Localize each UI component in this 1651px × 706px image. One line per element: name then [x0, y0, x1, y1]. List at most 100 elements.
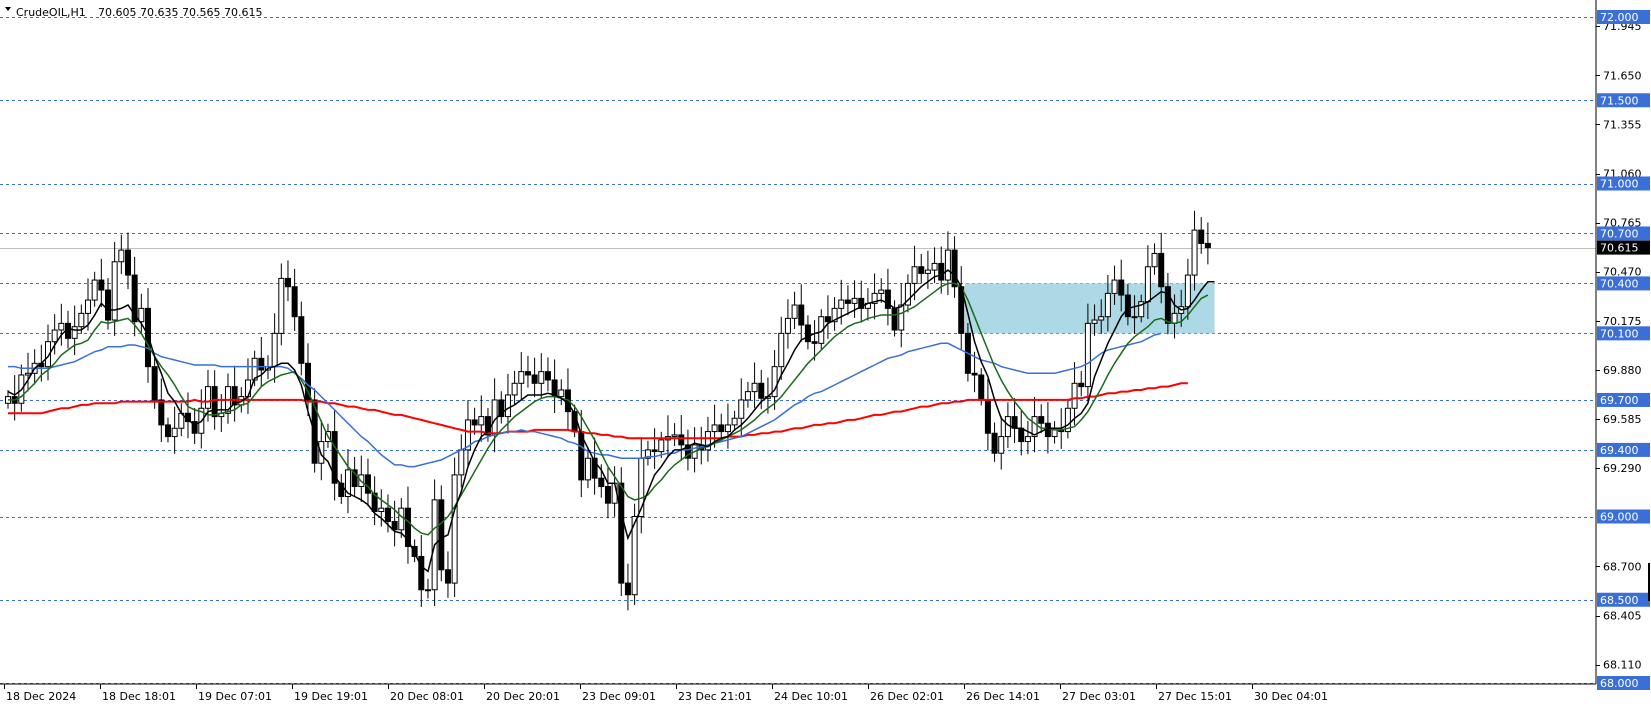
candle [504, 394, 511, 418]
candle [931, 262, 938, 271]
candle [538, 371, 545, 384]
candle [24, 372, 31, 376]
level-badge-label: 70.400 [1600, 277, 1639, 290]
candle [138, 307, 145, 323]
candle [1018, 427, 1025, 443]
time-tick-label: 26 Dec 14:01 [966, 690, 1040, 703]
level-badge-label: 68.000 [1600, 677, 1639, 690]
candle [984, 399, 991, 434]
candle [1204, 242, 1211, 249]
candle [1111, 279, 1118, 294]
candle [58, 322, 65, 331]
candle [804, 324, 811, 343]
price-tick-label: 71.650 [1603, 69, 1642, 82]
price-tick-label: 69.290 [1603, 462, 1642, 475]
candle [1158, 252, 1165, 288]
price-tick-label: 68.110 [1603, 659, 1642, 672]
candle [838, 299, 845, 309]
price-tick-label: 68.700 [1603, 560, 1642, 573]
candle [511, 382, 518, 396]
candle [524, 371, 531, 376]
candle [1024, 436, 1031, 443]
candle [451, 474, 458, 584]
candle [151, 366, 158, 401]
candle [1198, 229, 1205, 244]
level-badge-label: 69.400 [1600, 444, 1639, 457]
candle [458, 449, 465, 476]
candle [944, 249, 951, 281]
candle [978, 374, 985, 401]
candle [1091, 319, 1098, 324]
candle [271, 332, 278, 368]
candle [598, 477, 605, 488]
level-badge-label: 68.500 [1600, 594, 1639, 607]
candle [624, 582, 631, 596]
candle [891, 307, 898, 331]
candle [1051, 429, 1058, 438]
candle [71, 326, 78, 339]
level-badge-label: 69.700 [1600, 394, 1639, 407]
candle [718, 424, 725, 433]
candle [878, 289, 885, 294]
candle [951, 249, 958, 288]
candle [211, 386, 218, 418]
candle [1011, 416, 1018, 429]
candle [798, 304, 805, 326]
candle [84, 299, 91, 314]
candle [1124, 294, 1131, 318]
price-tick-label: 71.355 [1603, 118, 1642, 131]
candle [1184, 274, 1191, 308]
candle [851, 297, 858, 304]
candle [104, 289, 111, 321]
time-tick-label: 23 Dec 21:01 [678, 690, 752, 703]
candle [824, 316, 831, 323]
candle [298, 316, 305, 364]
candle [678, 434, 685, 446]
level-badge-label: 69.000 [1600, 511, 1639, 524]
symbol-label: CrudeOIL,H1 [16, 6, 86, 19]
candle [911, 266, 918, 284]
time-tick-label: 18 Dec 2024 [6, 690, 76, 703]
candle [171, 427, 178, 438]
candle [244, 379, 251, 398]
candle [111, 261, 118, 321]
candle [778, 332, 785, 368]
axis-scroll-marker [1648, 563, 1650, 601]
price-chart[interactable]: 71.94571.65071.35571.06070.76570.47070.1… [0, 0, 1651, 706]
candle [144, 307, 151, 368]
candle [1118, 279, 1125, 296]
candle [118, 249, 125, 263]
candle [998, 436, 1005, 454]
candle [424, 589, 431, 592]
candle [938, 262, 945, 281]
candle [78, 312, 85, 328]
level-badge-label: 70.100 [1600, 327, 1639, 340]
candle [291, 286, 298, 318]
candle [398, 507, 405, 531]
candle [204, 386, 211, 409]
candle [478, 416, 485, 426]
candle [604, 486, 611, 504]
candle [471, 419, 478, 426]
candle [1151, 252, 1158, 268]
candle [791, 304, 798, 319]
time-tick-label: 20 Dec 08:01 [390, 690, 464, 703]
candle [124, 249, 131, 276]
candle [531, 374, 538, 384]
time-tick-label: 27 Dec 03:01 [1062, 690, 1136, 703]
candle [744, 391, 751, 401]
candle [518, 371, 525, 384]
time-tick-label: 27 Dec 15:01 [1158, 690, 1232, 703]
candle [758, 382, 765, 399]
candle [1144, 266, 1151, 303]
candle [378, 507, 385, 513]
time-tick-label: 18 Dec 18:01 [102, 690, 176, 703]
candle [1084, 322, 1091, 388]
candle [1131, 316, 1138, 319]
candle [164, 424, 171, 438]
current-price-badge-label: 70.615 [1600, 242, 1639, 255]
candle [918, 266, 925, 274]
level-badge-label: 71.500 [1600, 94, 1639, 107]
candle [391, 520, 398, 531]
time-tick-label: 19 Dec 07:01 [198, 690, 272, 703]
